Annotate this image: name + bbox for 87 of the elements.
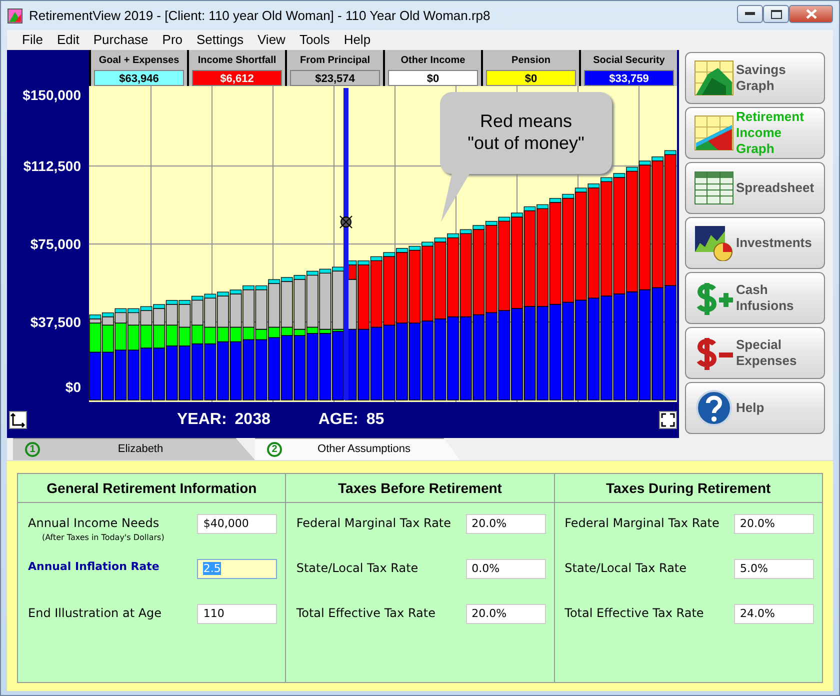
age-label: AGE: [318,410,358,430]
input-field[interactable]: 5.0% [734,559,814,579]
menu-item[interactable]: Tools [292,30,337,50]
field-label: Total Effective Tax Rate [564,605,705,622]
step-number: 2 [267,442,282,457]
legend-value: $23,574 [290,70,380,86]
help-icon [694,390,734,426]
axis-label: $0 [65,379,81,395]
app-icon [7,8,23,24]
sidebar-button[interactable]: Investments [685,217,825,269]
section-title: General Retirement Information [18,474,286,503]
bar-segment [370,260,382,328]
legend-value: $0 [486,70,576,86]
menu-item[interactable]: Pro [155,30,190,50]
input-field[interactable]: $40,000 [197,514,278,534]
investments-icon [694,225,734,261]
menu-item[interactable]: Help [336,30,378,50]
minimize-button[interactable] [737,5,763,23]
menu-item[interactable]: View [250,30,292,50]
callout-bubble: Red means "out of money" [440,92,612,174]
close-icon [806,9,816,19]
axis-label: $150,000 [22,87,81,103]
restore-button[interactable] [763,5,789,23]
axis-label: $37,500 [30,314,81,330]
fullscreen-icon[interactable] [659,411,677,429]
legend-value: $63,946 [94,70,184,86]
input-field[interactable]: 20.0% [466,514,546,534]
savings-graph-icon [694,60,734,96]
bar-segment [383,256,396,326]
field-note: (After Taxes in Today's Dollars) [41,532,166,544]
sidebar-button[interactable]: Cash Infusions [685,272,825,324]
field-label: Annual Inflation Rate [28,559,160,575]
bar-segment [166,304,178,326]
section-title: Taxes During Retirement [554,474,822,503]
sidebar-button[interactable]: Savings Graph [685,52,825,104]
legend-label: Goal + Expenses [98,54,180,68]
age-value: 85 [366,410,384,430]
legend-label: Income Shortfall [198,54,276,68]
sidebar-button[interactable]: Help [685,382,825,434]
callout-tail [440,173,472,223]
field-label: Total Effective Tax Rate [296,605,436,622]
menu-item[interactable]: Settings [190,30,250,50]
tab[interactable]: 2 Other Assumptions [255,438,460,460]
bar-segment [153,308,166,326]
input-field[interactable]: 24.0% [734,604,814,624]
field-label: Federal Marginal Tax Rate [296,515,452,532]
input-field[interactable]: 20.0% [734,514,814,534]
tab[interactable]: 1 Elizabeth [13,438,255,460]
axis-label: $112,500 [23,158,81,174]
legend-value: $0 [388,70,478,86]
menu-item[interactable]: File [15,30,50,50]
year-value: 2038 [234,410,270,430]
sidebar-button[interactable]: Spreadsheet [685,162,825,214]
legend-label: Pension [512,54,550,68]
field-label: Annual Income Needs [28,515,160,532]
bar-segment [358,328,370,400]
axis-label: $75,000 [30,236,81,252]
bar-segment [396,252,408,324]
legend-label: Other Income [400,54,466,68]
close-button[interactable] [789,5,833,23]
legend-value: $33,759 [584,70,674,86]
step-number: 1 [25,442,40,457]
legend-label: From Principal [300,54,370,68]
field-label: End Illustration at Age [28,605,163,622]
legend-label: Social Security [593,54,665,68]
legend-value: $6,612 [192,70,282,86]
minimize-icon [745,12,755,16]
goal-cap [664,150,676,155]
menu-item[interactable]: Purchase [86,30,156,50]
input-field[interactable]: 20.0% [466,604,546,624]
dollar-minus-icon [694,335,734,371]
dollar-plus-icon [694,280,734,316]
spreadsheet-icon [694,170,734,206]
section-title: Taxes Before Retirement [286,474,554,503]
field-label: Federal Marginal Tax Rate [564,515,720,532]
sidebar-button[interactable]: Special Expenses [685,327,825,379]
input-field[interactable]: 110 [197,604,278,624]
field-label: State/Local Tax Rate [296,560,420,577]
expand-corner-icon[interactable] [9,411,27,429]
menu-item[interactable]: Edit [50,30,86,50]
input-field[interactable]: 0.0% [466,559,546,579]
window-title: RetirementView 2019 - [Client: 110 year Old Woman] - 110 Year Old Woman.rp8 [29,6,492,25]
bar-segment [178,304,191,328]
year-label: YEAR: [177,410,227,430]
restore-icon [770,10,782,18]
field-label: State/Local Tax Rate [564,560,688,577]
income-graph-icon [694,115,734,151]
